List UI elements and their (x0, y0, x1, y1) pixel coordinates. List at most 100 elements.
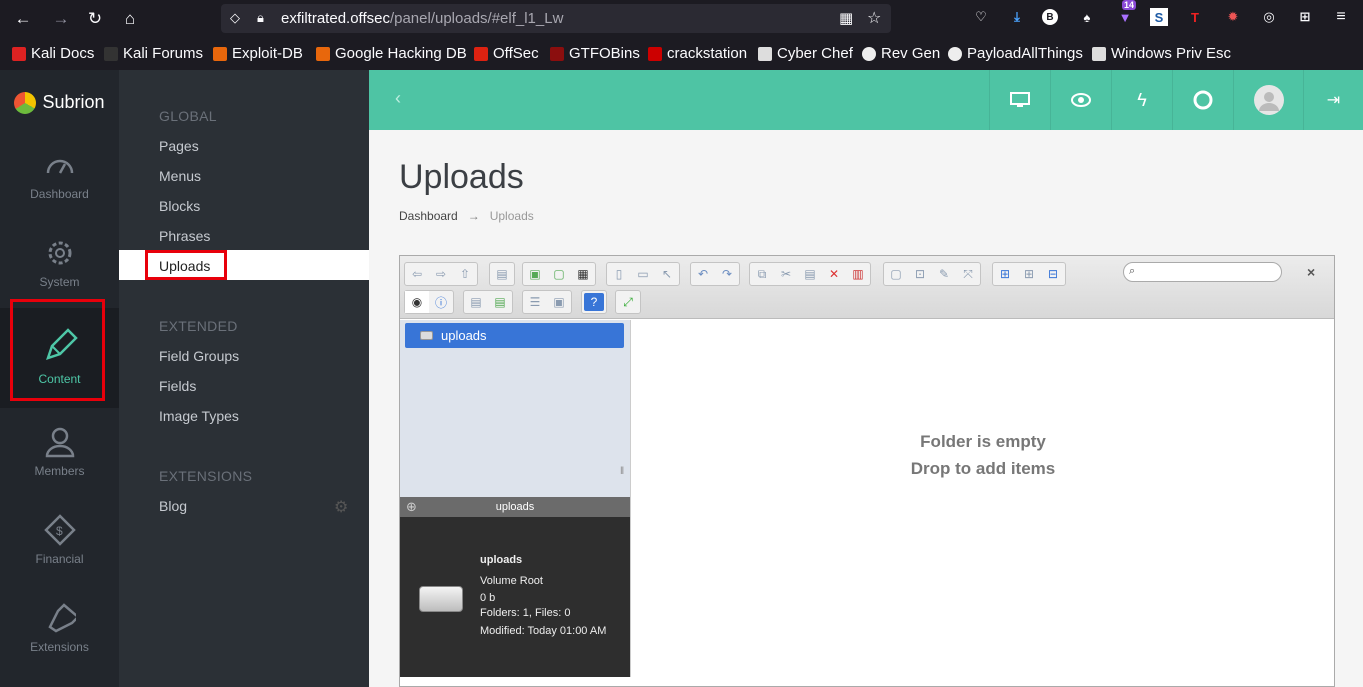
reader-grid-icon[interactable]: ▦ (839, 9, 853, 27)
fm-forward-icon[interactable]: ⇨ (429, 263, 453, 285)
kali-docs-icon (12, 46, 26, 61)
fm-view-grid-icon[interactable]: ⊞ (1017, 263, 1041, 285)
reload-icon[interactable]: ↻ (82, 6, 108, 32)
monitor-icon[interactable] (989, 70, 1050, 130)
fm-redo-icon[interactable]: ↷ (715, 263, 739, 285)
rail-extensions[interactable]: Extensions (0, 588, 119, 676)
submenu-item-phrases[interactable]: Phrases (159, 228, 210, 244)
fm-close-button[interactable]: × (1307, 264, 1315, 280)
tag-icon: $ (43, 514, 76, 546)
fm-cut-icon[interactable]: ✂ (774, 263, 798, 285)
extension-tamper-icon[interactable]: ✹ (1222, 6, 1244, 28)
rail-system[interactable]: System (0, 223, 119, 311)
add-place-icon[interactable]: ⊕ (406, 497, 417, 517)
fm-archive-icon[interactable]: ▤ (488, 291, 512, 313)
fm-copy-icon[interactable]: ⧉ (750, 263, 774, 285)
fm-rename-icon[interactable]: ⊡ (908, 263, 932, 285)
bookmark-rev-gen[interactable]: Rev Gen (862, 45, 940, 62)
submenu-item-pages[interactable]: Pages (159, 138, 199, 154)
back-icon[interactable]: ← (10, 6, 36, 32)
fm-info-icon[interactable]: ⓘ (429, 291, 453, 313)
fm-extract-icon[interactable]: ▤ (464, 291, 488, 313)
fm-up-icon[interactable]: ⇧ (453, 263, 477, 285)
avatar[interactable] (1233, 70, 1303, 130)
submenu-item-blocks[interactable]: Blocks (159, 198, 200, 214)
url-bar[interactable]: ◇ 🔒︎ exfiltrated.offsec/panel/uploads/#e… (221, 4, 891, 33)
fm-resize-icon[interactable]: ⤧ (956, 263, 980, 285)
info-modified: Modified: Today 01:00 AM (480, 625, 607, 637)
flask-icon (47, 603, 76, 633)
bookmark-exploit-db[interactable]: Exploit-DB (213, 45, 303, 62)
bookmark-offsec[interactable]: OffSec (474, 45, 539, 62)
fm-view-list-icon[interactable]: ⊟ (1041, 263, 1065, 285)
fm-mkdir-icon[interactable]: ▣ (523, 263, 547, 285)
collapse-chevron-icon[interactable]: ‹ (395, 88, 401, 109)
fm-mkfile-icon[interactable]: ▢ (547, 263, 571, 285)
fm-undo-icon[interactable]: ↶ (691, 263, 715, 285)
fm-fullscreen-icon[interactable]: ⤢ (616, 291, 640, 313)
bookmark-ghdb[interactable]: Google Hacking DB (316, 45, 467, 62)
menu-icon[interactable]: ≡ (1330, 6, 1352, 28)
fm-reload-icon[interactable]: ▤ (490, 263, 514, 285)
extension-spy-icon[interactable]: ♠ (1076, 6, 1098, 28)
bookmark-crackstation[interactable]: crackstation (648, 45, 747, 62)
submenu-item-image-types[interactable]: Image Types (159, 408, 239, 424)
rail-financial[interactable]: $ Financial (0, 500, 119, 588)
bookmark-payloadallthings[interactable]: PayloadAllThings (948, 45, 1083, 62)
bookmark-gtfobins[interactable]: GTFOBins (550, 45, 640, 62)
home-icon[interactable]: ⌂ (117, 6, 143, 32)
fm-view-icons-icon[interactable]: ⊞ (993, 263, 1017, 285)
fm-edit-icon[interactable]: ✎ (932, 263, 956, 285)
bookmark-label: PayloadAllThings (967, 45, 1083, 62)
fm-getfile-icon[interactable]: ↖ (655, 263, 679, 285)
extensions-icon[interactable]: ⊞ (1294, 6, 1316, 28)
fm-upload-icon[interactable]: ▦ (571, 263, 595, 285)
bookmark-label: Kali Forums (123, 45, 204, 62)
rail-members[interactable]: Members (0, 412, 119, 500)
forward-icon[interactable]: → (48, 6, 74, 32)
bookmark-kali-forums[interactable]: Kali Forums (104, 45, 203, 62)
fm-duplicate-icon[interactable]: ▢ (884, 263, 908, 285)
fm-download-icon[interactable]: ▭ (631, 263, 655, 285)
extension-b-icon[interactable]: B (1042, 9, 1058, 25)
extension-twitch-icon[interactable]: ▼ 14 (1114, 0, 1137, 28)
submenu-item-blog[interactable]: Blog (159, 498, 187, 514)
bookmark-cyber-chef[interactable]: Cyber Chef (758, 45, 853, 62)
bolt-icon[interactable]: ϟ (1111, 70, 1172, 130)
fm-back-icon[interactable]: ⇦ (405, 263, 429, 285)
extension-t-icon[interactable]: T (1184, 6, 1206, 28)
submenu-item-fields[interactable]: Fields (159, 378, 196, 394)
fm-search-input[interactable]: ⌕ (1123, 262, 1282, 282)
fm-help-icon[interactable]: ? (584, 293, 604, 311)
fm-delete-icon[interactable]: ✕ (822, 263, 846, 285)
tree-item-uploads[interactable]: uploads (405, 323, 624, 348)
fm-empty-icon[interactable]: ▥ (846, 263, 870, 285)
fm-preview-eye-icon[interactable]: ◉ (405, 291, 429, 313)
eye-icon[interactable] (1050, 70, 1111, 130)
lifebuoy-icon[interactable] (1172, 70, 1233, 130)
breadcrumb-dashboard[interactable]: Dashboard (399, 209, 458, 223)
fm-paste-icon[interactable]: ▤ (798, 263, 822, 285)
logout-icon[interactable]: ⇥ (1303, 70, 1363, 130)
fm-open-icon[interactable]: ▯ (607, 263, 631, 285)
url-text[interactable]: exfiltrated.offsec/panel/uploads/#elf_l1… (281, 10, 563, 27)
fm-sort-icon[interactable]: ☰ (523, 291, 547, 313)
rail-dashboard[interactable]: Dashboard (0, 135, 119, 223)
content-submenu: GLOBAL Pages Menus Blocks Phrases Upload… (119, 70, 369, 687)
submenu-item-menus[interactable]: Menus (159, 168, 201, 184)
submenu-item-field-groups[interactable]: Field Groups (159, 348, 239, 364)
fm-netmount-icon[interactable]: ▣ (547, 291, 571, 313)
fm-file-area[interactable]: Folder is empty Drop to add items (630, 320, 1334, 677)
extension-s-icon[interactable]: S (1150, 8, 1168, 26)
download-icon[interactable]: ⤓ (1006, 6, 1028, 28)
file-manager: ⇦ ⇨ ⇧ ▤ ▣ ▢ ▦ ▯ ▭ ↖ ↶ ↷ ⧉ ✂ ▤ ✕ ▥ ▢ ⊡ ✎ ⤧ ⊞ ⊞ ⊟ ◉ ⓘ ▤ ▤ ☰ ▣… (399, 255, 1335, 687)
fm-info-header-title: uploads (495, 501, 535, 513)
logo[interactable]: Subrion (0, 70, 119, 135)
resize-handle[interactable]: ‖ (620, 466, 624, 477)
bookmark-windows-priv-esc[interactable]: Windows Priv Esc (1092, 45, 1231, 62)
star-icon[interactable]: ☆ (867, 8, 881, 28)
blog-settings-gear-icon[interactable]: ⚙ (334, 497, 348, 517)
bookmark-kali-docs[interactable]: Kali Docs (12, 45, 94, 62)
cookie-icon[interactable]: ◎ (1258, 6, 1280, 28)
pocket-icon[interactable]: ♡ (970, 6, 992, 28)
